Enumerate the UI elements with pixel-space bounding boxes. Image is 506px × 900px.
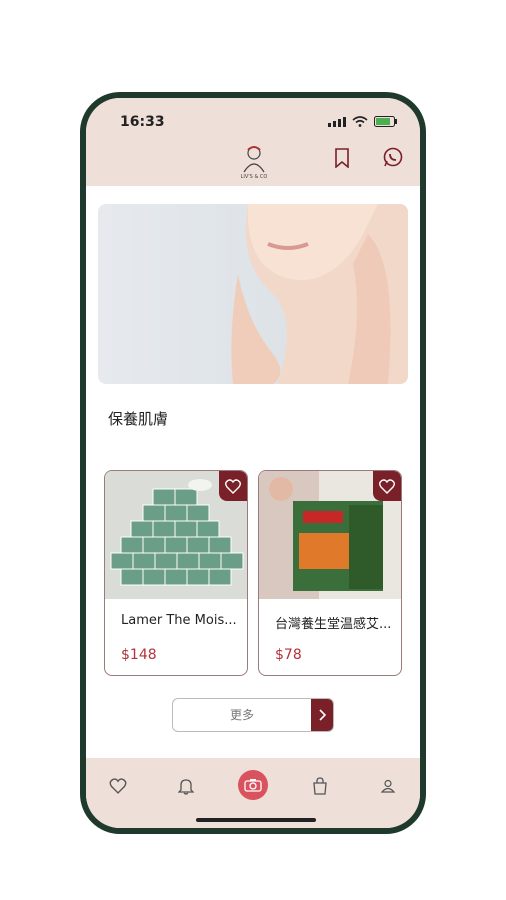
app-screen: 16:33 LIV'S & CO 保養肌膚 Lamer The Mois... … (86, 98, 420, 828)
signal-icon (328, 116, 346, 127)
chevron-right-icon (311, 699, 333, 731)
tab-profile[interactable] (374, 772, 402, 800)
product-card[interactable]: Lamer The Mois... $148 (104, 470, 248, 676)
heart-icon (109, 778, 127, 794)
promo-banner[interactable] (98, 204, 408, 384)
bookmark-icon[interactable] (334, 148, 350, 172)
camera-icon (244, 779, 262, 792)
home-indicator (196, 818, 316, 822)
wifi-icon (352, 116, 368, 127)
app-header: LIV'S & CO (86, 140, 420, 186)
heart-icon (225, 478, 241, 494)
tab-camera[interactable] (238, 770, 268, 800)
favorite-button[interactable] (219, 471, 247, 501)
user-icon (381, 779, 395, 793)
status-time: 16:33 (120, 114, 165, 130)
bag-icon (313, 777, 327, 795)
phone-frame: 16:33 LIV'S & CO 保養肌膚 Lamer The Mois... … (80, 92, 426, 834)
brand-logo[interactable]: LIV'S & CO (234, 140, 274, 180)
bell-icon (178, 779, 194, 795)
tab-favorites[interactable] (104, 772, 132, 800)
product-name: 台灣養生堂温感艾... (275, 617, 392, 632)
svg-text:LIV'S & CO: LIV'S & CO (241, 174, 268, 180)
battery-icon (374, 116, 397, 127)
tab-notifications[interactable] (172, 772, 200, 800)
status-icons (328, 116, 398, 127)
section-title: 保養肌膚 (108, 410, 169, 428)
favorite-button[interactable] (373, 471, 401, 501)
tab-cart[interactable] (306, 772, 334, 800)
product-price: $148 (121, 647, 157, 663)
more-label: 更多 (229, 708, 254, 722)
product-card[interactable]: 台灣養生堂温感艾... $78 (258, 470, 402, 676)
whatsapp-icon[interactable] (382, 146, 404, 172)
status-bar: 16:33 (86, 98, 420, 140)
heart-icon (379, 478, 395, 494)
product-name: Lamer The Mois... (121, 613, 237, 628)
product-price: $78 (275, 647, 302, 663)
more-button[interactable]: 更多 (172, 698, 334, 732)
